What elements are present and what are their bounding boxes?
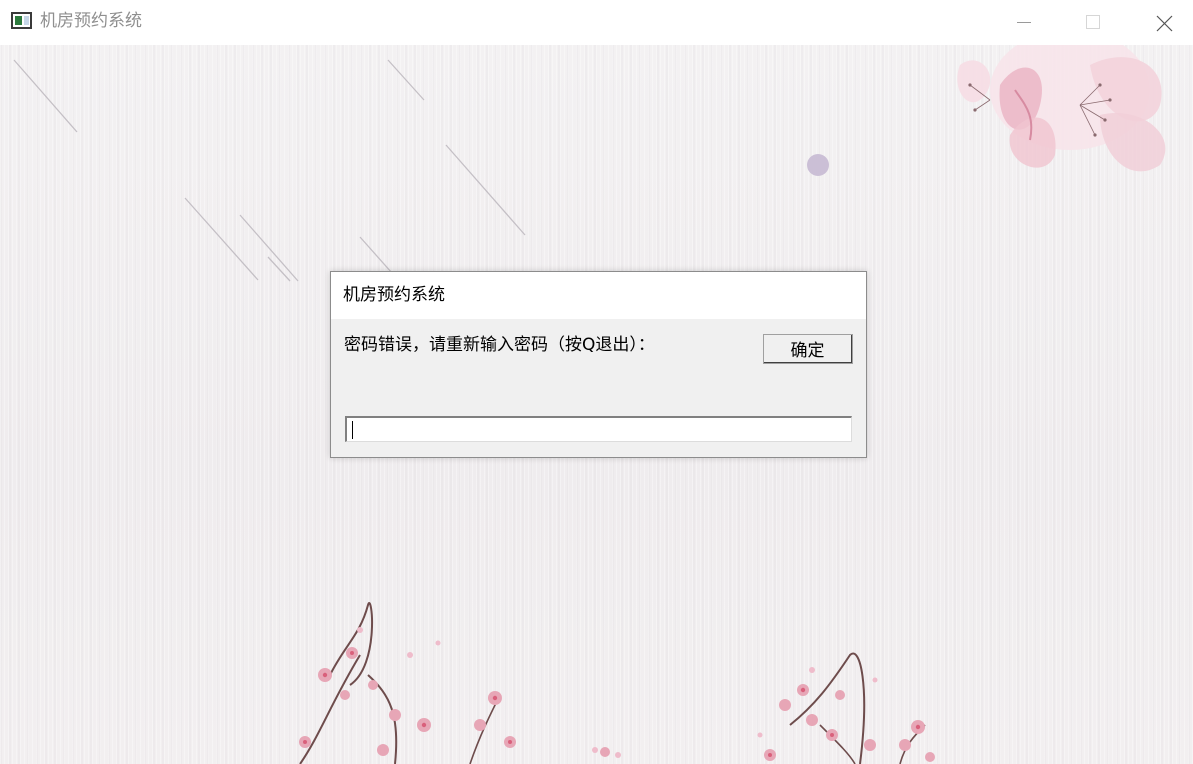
ok-button[interactable]: 确定 [763, 334, 853, 364]
peony-flower [957, 45, 1166, 172]
password-input[interactable] [345, 416, 852, 442]
maximize-button[interactable] [1070, 0, 1116, 45]
close-icon [1156, 15, 1173, 32]
minimize-icon [1017, 22, 1031, 23]
maximize-icon [1086, 15, 1100, 29]
dialog-titlebar: 机房预约系统 [331, 272, 866, 319]
text-caret [352, 421, 353, 439]
minimize-button[interactable] [1001, 0, 1047, 45]
window-title: 机房预约系统 [40, 11, 142, 31]
dialog-message: 密码错误，请重新输入密码（按Q退出）： [344, 335, 655, 355]
dot-decoration [807, 154, 829, 176]
rain-lines [13, 59, 526, 282]
window-titlebar: 机房预约系统 [0, 0, 1193, 45]
blossom-branch-left [299, 602, 621, 764]
blossom-branch-right [757, 652, 935, 764]
dialog-title: 机房预约系统 [343, 285, 445, 305]
close-button[interactable] [1141, 0, 1187, 45]
password-dialog: 机房预约系统 密码错误，请重新输入密码（按Q退出）： 确定 [330, 271, 867, 458]
app-icon [11, 12, 32, 29]
